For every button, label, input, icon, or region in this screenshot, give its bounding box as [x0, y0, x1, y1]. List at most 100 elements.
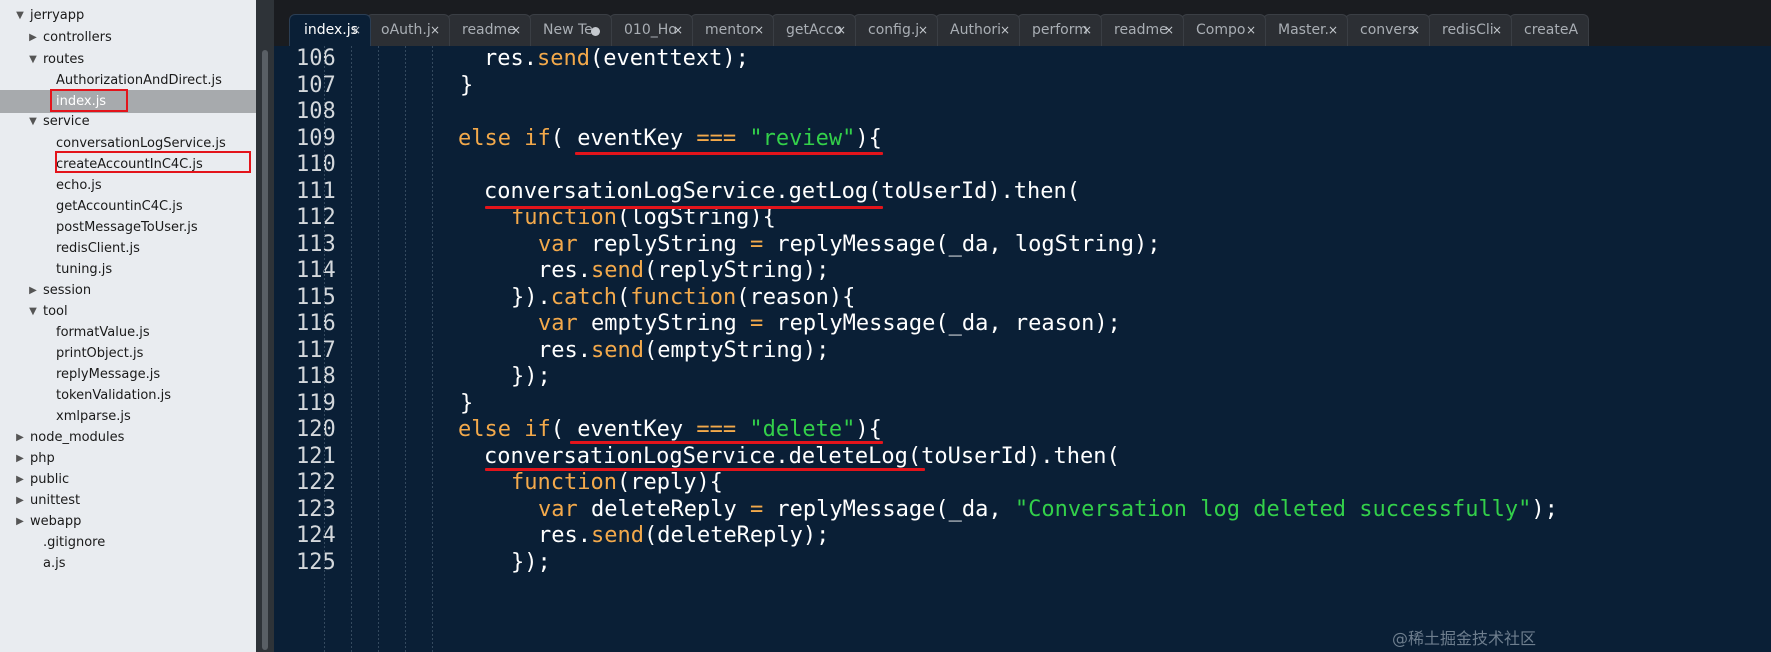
close-icon[interactable]: × [1492, 15, 1502, 45]
folder-webapp[interactable]: ▶ webapp [0, 510, 256, 533]
chevron-right-icon[interactable]: ▶ [14, 468, 26, 491]
close-icon[interactable]: × [754, 15, 764, 45]
close-icon[interactable]: × [1164, 15, 1174, 45]
tab-2[interactable]: oAuth.j × [366, 14, 450, 46]
tab-6[interactable]: mentor × [690, 14, 774, 46]
close-icon[interactable]: × [1000, 15, 1010, 45]
close-icon[interactable]: × [1082, 15, 1092, 45]
folder-php[interactable]: ▶ php [0, 447, 256, 470]
chevron-down-icon[interactable]: ▼ [27, 110, 39, 133]
file-gitignore[interactable]: .gitignore [0, 531, 256, 554]
code-line[interactable]: } [460, 389, 473, 419]
file-printobject-js[interactable]: printObject.js [0, 342, 256, 365]
code-line[interactable]: var replyString = replyMessage(_da, logS… [538, 230, 1161, 260]
line-number: 117 [296, 337, 336, 363]
close-icon[interactable]: × [511, 15, 521, 45]
highlight-underline [485, 206, 883, 209]
file-redisclient-js[interactable]: redisClient.js [0, 237, 256, 260]
folder-tool[interactable]: ▼ tool [0, 300, 256, 323]
code-line[interactable]: function(reply){ [511, 468, 723, 498]
close-icon[interactable]: × [1246, 15, 1256, 45]
file-authorizationanddirect-js[interactable]: AuthorizationAndDirect.js [0, 69, 256, 92]
code-line[interactable]: res.send(eventtext); [484, 44, 749, 74]
file-explorer: ▼ jerryapp ▶ controllers ▼ routes Authorizatio… [0, 0, 256, 652]
chevron-right-icon[interactable]: ▶ [14, 447, 26, 470]
file-echo-js[interactable]: echo.js [0, 174, 256, 197]
file-xmlparse-js[interactable]: xmlparse.js [0, 405, 256, 428]
code-token: (deleteReply); [643, 523, 830, 548]
close-icon[interactable]: × [673, 15, 683, 45]
tab-15[interactable]: redisCli × [1427, 14, 1512, 46]
tab-8[interactable]: config.j × [853, 14, 938, 46]
tab-12[interactable]: Compo × [1181, 14, 1266, 46]
chevron-right-icon[interactable]: ▶ [14, 510, 26, 533]
code-line[interactable]: var deleteReply = replyMessage(_da, "Con… [538, 495, 1558, 525]
code-token: res. [538, 523, 591, 548]
code-line[interactable]: res.send(replyString); [538, 256, 829, 286]
tab-9[interactable]: Authori × [935, 14, 1020, 46]
line-number: 110 [296, 152, 336, 177]
code-line[interactable]: }); [511, 548, 551, 578]
close-icon[interactable]: × [836, 15, 846, 45]
chevron-right-icon[interactable]: ▶ [27, 26, 39, 49]
tab-16[interactable]: createA [1509, 14, 1589, 46]
file-getaccountinc4c-js[interactable]: getAccountinC4C.js [0, 195, 256, 218]
tab-3[interactable]: readme × [447, 14, 531, 46]
tab-11[interactable]: readme × [1099, 14, 1184, 46]
folder-service[interactable]: ▼ service [0, 110, 256, 133]
file-formatvalue-js[interactable]: formatValue.js [0, 321, 256, 344]
code-line[interactable]: res.send(emptyString); [538, 336, 829, 366]
code-line[interactable]: var emptyString = replyMessage(_da, reas… [538, 309, 1121, 339]
file-tuning-js[interactable]: tuning.js [0, 258, 256, 281]
tab-label: getAcco [786, 22, 843, 38]
file-tokenvalidation-js[interactable]: tokenValidation.js [0, 384, 256, 407]
code-line[interactable]: res.send(deleteReply); [538, 521, 829, 551]
chevron-right-icon[interactable]: ▶ [14, 426, 26, 449]
line-number: 107 [296, 72, 336, 98]
tab-1[interactable]: index.js × [289, 14, 371, 46]
sidebar-scrollbar-thumb[interactable] [262, 50, 268, 650]
tab-4[interactable]: New Te [528, 14, 612, 46]
tree-item-label: postMessageToUser.js [56, 220, 198, 235]
close-icon[interactable]: × [918, 15, 928, 45]
code-editor[interactable]: index.js × oAuth.j × readme × New Te 010_Ho × men… [274, 0, 1771, 652]
tab-5[interactable]: 010_Ho × [609, 14, 693, 46]
tab-14[interactable]: convers × [1345, 14, 1430, 46]
chevron-right-icon[interactable]: ▶ [14, 489, 26, 512]
chevron-down-icon[interactable]: ▼ [27, 48, 39, 71]
tab-10[interactable]: perform × [1017, 14, 1102, 46]
file-conversationlogservice-js[interactable]: conversationLogService.js [0, 132, 256, 155]
chevron-right-icon[interactable]: ▶ [27, 279, 39, 302]
file-createaccountinc4c-js[interactable]: createAccountInC4C.js [0, 153, 256, 176]
folder-routes[interactable]: ▼ routes [0, 48, 256, 71]
code-line[interactable]: }).catch(function(reason){ [511, 283, 855, 313]
tab-13[interactable]: Master. × [1263, 14, 1348, 46]
folder-controllers[interactable]: ▶ controllers [0, 26, 256, 49]
chevron-down-icon[interactable]: ▼ [27, 300, 39, 323]
close-icon[interactable]: × [430, 15, 440, 45]
file-postmessagetouser-js[interactable]: postMessageToUser.js [0, 216, 256, 239]
folder-node-modules[interactable]: ▶ node_modules [0, 426, 256, 449]
code-token: = [749, 231, 764, 257]
file-replymessage-js[interactable]: replyMessage.js [0, 363, 256, 386]
code-line[interactable]: } [460, 71, 473, 101]
code-line[interactable]: else if( eventKey === "review"){ [458, 124, 882, 154]
close-icon[interactable]: × [351, 15, 361, 45]
code-line[interactable]: conversationLogService.getLog(toUserId).… [484, 177, 1080, 207]
close-icon[interactable]: × [1410, 15, 1420, 45]
code-line[interactable]: conversationLogService.deleteLog(toUserI… [484, 442, 1120, 472]
code-token: = [749, 496, 764, 522]
unsaved-dot-icon[interactable] [591, 27, 600, 36]
code-token: === [696, 417, 737, 442]
folder-session[interactable]: ▶ session [0, 279, 256, 302]
folder-unittest[interactable]: ▶ unittest [0, 489, 256, 512]
tab-label: createA [1524, 22, 1579, 38]
folder-jerryapp[interactable]: ▼ jerryapp [0, 4, 256, 27]
code-line[interactable]: }); [511, 362, 551, 392]
close-icon[interactable]: × [1328, 15, 1338, 45]
chevron-down-icon[interactable]: ▼ [14, 4, 26, 27]
tab-7[interactable]: getAcco × [771, 14, 856, 46]
file-a-js[interactable]: a.js [0, 552, 256, 575]
folder-public[interactable]: ▶ public [0, 468, 256, 491]
tree-item-label: formatValue.js [56, 325, 150, 340]
